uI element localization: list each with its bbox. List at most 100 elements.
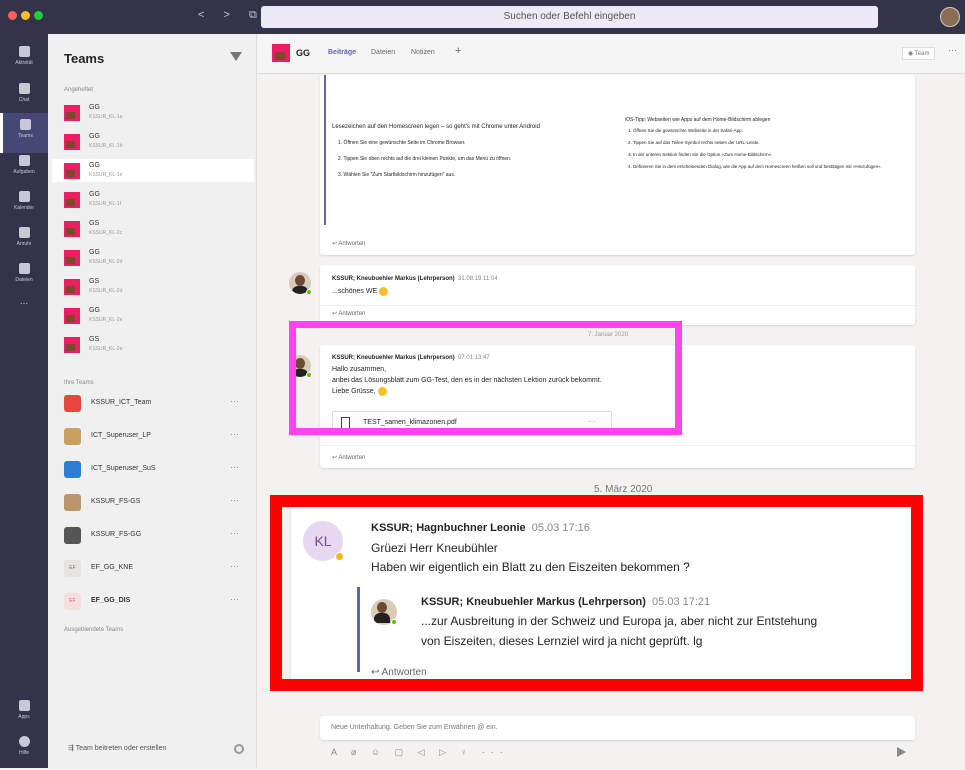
post-author: KSSUR; Kneubuehler Markus (Lehrperson) 3… — [332, 276, 498, 282]
more-options-icon[interactable]: ··· — [230, 528, 239, 538]
send-icon[interactable] — [897, 747, 906, 757]
nav-arrows[interactable]: < > ⧉ — [198, 9, 265, 22]
calendar-icon — [18, 191, 30, 202]
phone-icon — [18, 227, 30, 238]
tips-left-step: 3. Wählen Sie "Zum Startbildschirm hinzu… — [338, 172, 456, 178]
app-rail: Aktivität Chat Teams Aufgaben Kalender A… — [0, 34, 48, 768]
rail-item-more[interactable]: ... — [0, 296, 48, 336]
my-team-item[interactable]: ICT_Superuser_LP ··· — [52, 424, 254, 449]
more-options-icon[interactable]: ··· — [230, 396, 239, 406]
conversation-feed[interactable]: Lesezeichen auf den Homescreen legen – s… — [258, 75, 965, 713]
reply-button[interactable]: ↩ Antworten — [332, 240, 365, 247]
chat-icon — [18, 83, 30, 94]
title-bar: < > ⧉ Suchen oder Befehl eingeben — [0, 0, 965, 34]
team-logo-icon — [64, 221, 80, 237]
team-logo-icon — [64, 134, 80, 150]
join-team-button[interactable]: ⇶ Team beitreten oder erstellen — [68, 744, 166, 752]
pinned-team[interactable]: GS KSSUR_KL-2d — [52, 275, 254, 298]
tips-left-title: Lesezeichen auf den Homescreen legen – s… — [332, 124, 540, 130]
tab-posts[interactable]: Beiträge — [328, 49, 356, 56]
more-options-icon[interactable]: ··· — [230, 462, 239, 472]
my-team-item[interactable]: EF EF_GG_DIS ··· — [52, 589, 254, 614]
my-teams-label: Ihre Teams — [64, 380, 94, 386]
pinned-team[interactable]: GG KSSUR_KL-1f — [52, 188, 254, 211]
rail-item-calls[interactable]: Anrufe — [0, 221, 48, 261]
team-info-button[interactable]: ◉ Team — [902, 47, 936, 60]
more-icon: ... — [19, 296, 29, 307]
hidden-teams-label[interactable]: Ausgeblendete Teams — [64, 627, 123, 633]
tips-post: Lesezeichen auf den Homescreen legen – s… — [320, 75, 915, 255]
team-logo-icon — [64, 192, 80, 208]
rail-item-chat[interactable]: Chat — [0, 77, 48, 117]
pinned-team[interactable]: GG KSSUR_KL-1b — [52, 130, 254, 153]
team-initials-icon: EF — [64, 593, 81, 610]
more-options-icon[interactable]: ··· — [230, 429, 239, 439]
search-input[interactable]: Suchen oder Befehl eingeben — [261, 6, 878, 28]
rail-item-assignments[interactable]: Aufgaben — [0, 149, 48, 189]
bell-icon — [18, 46, 30, 57]
post-text: ...schönes WE — [332, 286, 389, 297]
eye-icon: ◉ — [908, 51, 915, 57]
add-tab-button[interactable]: + — [455, 45, 461, 57]
pinned-team[interactable]: GG KSSUR_KL-2e — [52, 304, 254, 327]
my-team-item[interactable]: ICT_Superuser_SuS ··· — [52, 457, 254, 482]
filter-icon[interactable] — [230, 52, 242, 61]
rail-item-files[interactable]: Dateien — [0, 257, 48, 297]
teams-pane: Teams Angeheftet GG KSSUR_KL-1a GG KSSUR_K… — [48, 34, 257, 768]
my-team-item[interactable]: KSSUR_ICT_Team ··· — [52, 391, 254, 416]
rail-item-activity[interactable]: Aktivität — [0, 40, 48, 80]
globe-logo-icon — [64, 527, 81, 544]
pinned-team[interactable]: GG KSSUR_KL-2d — [52, 246, 254, 269]
pinned-team-selected[interactable]: GG KSSUR_KL-1e — [52, 159, 254, 182]
gear-icon[interactable] — [234, 744, 244, 754]
tab-notes[interactable]: Notizen — [411, 49, 435, 56]
my-team-item[interactable]: KSSUR_FS-GG ··· — [52, 523, 254, 548]
new-conversation-input[interactable]: Neue Unterhaltung. Geben Sie zum Erwähne… — [320, 716, 915, 740]
smile-emoji-icon — [379, 286, 389, 296]
team-logo-icon — [64, 250, 80, 266]
channel-title: GG — [296, 48, 311, 58]
thread-line — [324, 75, 326, 225]
tips-left-step: 2. Tippen Sie oben rechts auf die drei k… — [338, 156, 512, 162]
my-team-item[interactable]: KSSUR_FS-GS ··· — [52, 490, 254, 515]
pinned-team[interactable]: GG KSSUR_KL-1a — [52, 101, 254, 124]
rail-item-teams[interactable]: Teams — [0, 113, 48, 153]
team-logo-icon — [64, 308, 80, 324]
rail-item-apps[interactable]: Apps — [0, 694, 48, 734]
reply-button[interactable]: ↩ Antworten — [332, 454, 365, 461]
highlight-box — [289, 321, 682, 435]
divider — [320, 305, 915, 306]
tips-right-step: 2. Tippen Sie auf das Teilen-Symbol rech… — [628, 140, 760, 145]
help-icon — [18, 736, 30, 747]
highlight-box — [270, 495, 923, 691]
tips-right-step: 4. Definieren Sie in dem erscheinenden D… — [628, 164, 882, 169]
minimize-window-icon[interactable] — [21, 11, 30, 20]
tips-right-step: 3. In der unteren Sektion finden Sie die… — [628, 152, 773, 157]
teams-title: Teams — [64, 51, 105, 66]
more-options-icon[interactable]: ··· — [230, 594, 239, 604]
close-window-icon[interactable] — [8, 11, 17, 20]
more-options-icon[interactable]: ··· — [230, 561, 239, 571]
pinned-team[interactable]: GS KSSUR_KL-2c — [52, 217, 254, 240]
more-options-icon[interactable]: ··· — [948, 45, 957, 55]
teams-icon — [20, 119, 31, 130]
tips-right-title: iOS-Tipp: Webseiten wie Apps auf dem Hom… — [625, 117, 771, 123]
team-logo-icon — [64, 163, 80, 179]
my-team-item[interactable]: EF EF_GG_KNE ··· — [52, 556, 254, 581]
pinned-team[interactable]: GS KSSUR_KL-2e — [52, 333, 254, 356]
rail-item-help[interactable]: Hilfe — [0, 730, 48, 770]
team-logo-icon — [64, 279, 80, 295]
avatar[interactable] — [940, 7, 960, 27]
team-logo-icon — [64, 105, 80, 121]
presence-available-icon — [306, 289, 312, 295]
pinned-label: Angeheftet — [64, 87, 94, 93]
date-divider: 5. März 2020 — [594, 484, 653, 495]
reply-button[interactable]: ↩ Antworten — [332, 310, 365, 317]
apps-icon — [18, 700, 30, 711]
rail-item-calendar[interactable]: Kalender — [0, 185, 48, 225]
maximize-window-icon[interactable] — [34, 11, 43, 20]
compose-toolbar[interactable]: A ⌀ ☺ ▢ ◁ ▷ ♀ ··· — [331, 747, 509, 758]
tab-files[interactable]: Dateien — [371, 49, 395, 56]
more-options-icon[interactable]: ··· — [230, 495, 239, 505]
tips-right-step: 1. Öffnen Sie die gewünschte Webseite in… — [628, 128, 743, 133]
